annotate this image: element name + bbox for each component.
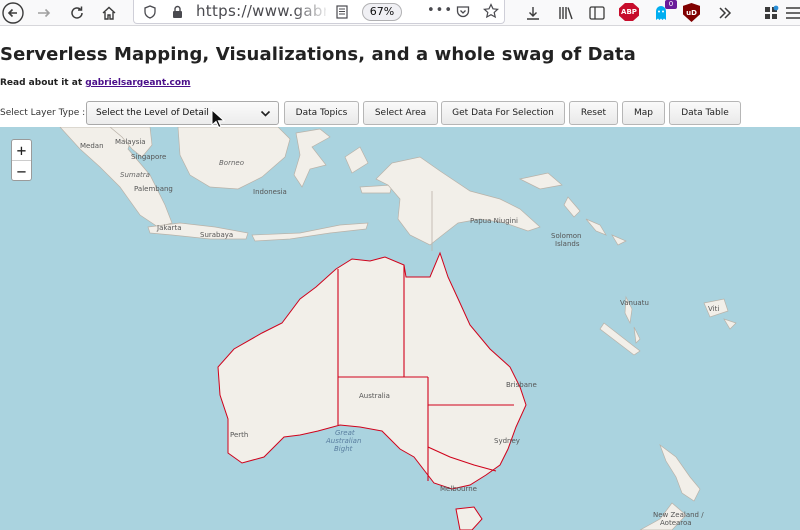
label-sydney: Sydney: [494, 437, 520, 445]
reader-view-icon[interactable]: [336, 4, 348, 23]
label-australia: Australia: [359, 392, 390, 400]
label-bight: Bight: [334, 445, 353, 453]
data-table-button[interactable]: Data Table: [669, 101, 741, 125]
new-guinea-landmass: [375, 156, 541, 246]
label-indonesia: Indonesia: [253, 188, 287, 196]
lesser-sunda-islands: [251, 222, 369, 242]
label-singapore: Singapore: [131, 153, 167, 161]
back-icon[interactable]: [0, 0, 26, 25]
sidebar-icon[interactable]: [584, 0, 610, 25]
overflow-chevron-icon[interactable]: [712, 0, 738, 25]
page-title: Serverless Mapping, Visualizations, and …: [0, 44, 636, 65]
label-islands: Islands: [555, 240, 580, 248]
australia-landmass: [217, 251, 527, 490]
label-papua: Papua Niugini: [470, 217, 518, 225]
site-link[interactable]: gabrielsargeant.com: [85, 78, 190, 88]
label-brisbane: Brisbane: [506, 381, 537, 389]
map-svg: [59, 127, 737, 530]
level-of-detail-select[interactable]: Select the Level of Detail: [86, 101, 279, 125]
label-sumatra: Sumatra: [120, 171, 150, 179]
label-viti: Viti: [708, 305, 720, 313]
label-jakarta: Jakarta: [157, 224, 182, 232]
ghostery-count-badge: 0: [665, 0, 677, 9]
label-australian: Australian: [326, 437, 362, 445]
bougainville-island: [563, 196, 581, 218]
borneo-landmass: [177, 127, 291, 190]
lock-icon[interactable]: [172, 4, 183, 23]
browser-toolbar: https://www.gabri 67% ••• ABP 0 uD: [0, 0, 800, 26]
reset-button[interactable]: Reset: [569, 101, 618, 125]
page-actions-icon[interactable]: •••: [427, 3, 453, 18]
select-value: Select the Level of Detail: [96, 108, 209, 118]
label-borneo: Borneo: [219, 159, 244, 167]
forward-icon[interactable]: [31, 0, 57, 25]
url-bar[interactable]: https://www.gabri 67% •••: [133, 0, 505, 24]
reload-icon[interactable]: [64, 0, 90, 25]
ublock-icon[interactable]: uD: [683, 3, 700, 22]
zoom-in-button[interactable]: +: [12, 140, 31, 161]
label-aotearoa: Aotearoa: [660, 519, 692, 527]
get-data-button[interactable]: Get Data For Selection: [441, 101, 565, 125]
map-button[interactable]: Map: [622, 101, 665, 125]
new-britain-island: [518, 172, 563, 190]
label-malaysia: Malaysia: [115, 138, 146, 146]
new-zealand-north-island: [659, 444, 701, 502]
adblock-plus-icon[interactable]: ABP: [619, 3, 639, 21]
solomon-islands-group: [585, 218, 627, 246]
data-topics-button[interactable]: Data Topics: [284, 101, 359, 125]
fiji-islands: [703, 298, 737, 330]
label-melbourne: Melbourne: [440, 485, 477, 493]
shield-icon[interactable]: [144, 4, 156, 23]
tasmania-island: [455, 506, 483, 530]
label-solomon: Solomon: [551, 232, 582, 240]
url-fade: [294, 0, 330, 22]
seram-island: [359, 184, 393, 194]
pocket-icon[interactable]: [456, 4, 470, 23]
controls-bar: Select Layer Type : Select the Level of …: [0, 101, 800, 125]
label-new-zealand: New Zealand /: [653, 511, 704, 519]
home-icon[interactable]: [96, 0, 122, 25]
label-surabaya: Surabaya: [200, 231, 234, 239]
select-area-button[interactable]: Select Area: [363, 101, 438, 125]
zoom-level-badge[interactable]: 67%: [362, 3, 402, 21]
zoom-out-button[interactable]: −: [12, 161, 31, 181]
sulawesi-landmass: [293, 128, 331, 188]
downloads-icon[interactable]: [520, 0, 546, 25]
label-great: Great: [335, 429, 355, 437]
library-icon[interactable]: [553, 0, 579, 25]
label-medan: Medan: [80, 142, 104, 150]
layer-type-label: Select Layer Type :: [0, 108, 86, 118]
label-vanuatu: Vanuatu: [620, 299, 649, 307]
menu-icon[interactable]: [780, 0, 800, 25]
label-perth: Perth: [230, 431, 249, 439]
read-about-prefix: Read about it at: [0, 78, 86, 88]
map-zoom-control: + −: [11, 139, 32, 181]
bookmark-star-icon[interactable]: [483, 3, 499, 23]
read-about-line: Read about it at gabrielsargeant.com: [0, 78, 190, 88]
map-canvas[interactable]: Medan Malaysia Singapore Borneo Sumatra …: [0, 127, 800, 530]
maluku-islands: [344, 146, 369, 174]
label-palembang: Palembang: [134, 185, 173, 193]
chevron-down-icon: [260, 108, 271, 122]
mouse-cursor-icon: [211, 108, 226, 133]
